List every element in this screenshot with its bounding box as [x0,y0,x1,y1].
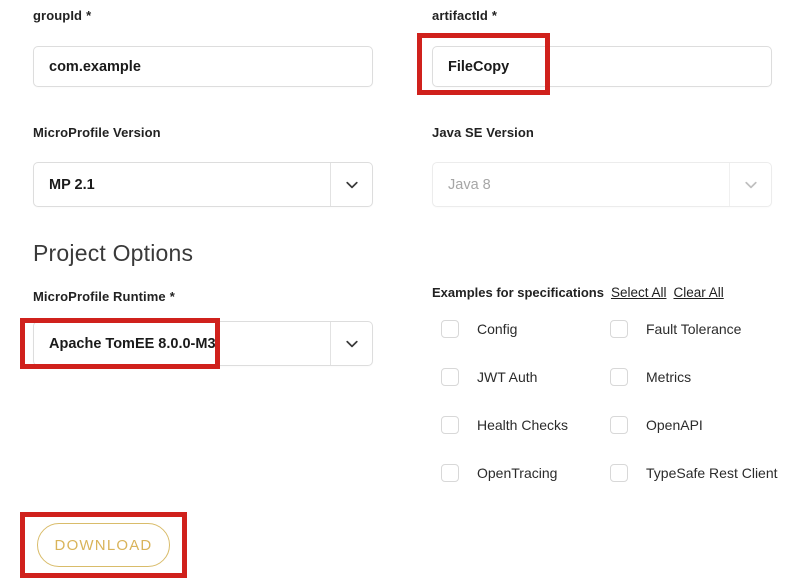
checkbox-box-icon[interactable] [441,416,459,434]
group-id-label: groupId * [33,8,91,23]
group-id-required-mark: * [86,8,92,23]
checkbox-box-icon[interactable] [441,368,459,386]
artifact-id-label: artifactId * [432,8,497,23]
java-se-version-label-text: Java SE Version [432,125,534,140]
chevron-down-icon[interactable] [330,163,372,206]
microprofile-runtime-select[interactable]: Apache TomEE 8.0.0-M3 [33,321,373,366]
java-se-version-select: Java 8 [432,162,772,207]
checkbox-jwt-auth[interactable]: JWT Auth [441,368,610,386]
checkbox-openapi[interactable]: OpenAPI [610,416,779,434]
examples-header: Examples for specifications Select All Cle… [432,285,724,300]
microprofile-runtime-label: MicroProfile Runtime * [33,289,175,304]
checkbox-box-icon[interactable] [441,464,459,482]
clear-all-link[interactable]: Clear All [673,285,723,300]
select-all-link[interactable]: Select All [611,285,667,300]
checkbox-box-icon[interactable] [610,464,628,482]
group-id-label-text: groupId [33,8,83,23]
microprofile-version-label-text: MicroProfile Version [33,125,161,140]
checkbox-fault-tolerance[interactable]: Fault Tolerance [610,320,779,338]
chevron-down-icon [729,163,771,206]
checkbox-metrics[interactable]: Metrics [610,368,779,386]
checkbox-opentracing[interactable]: OpenTracing [441,464,610,482]
artifact-id-value: FileCopy [448,58,510,75]
checkbox-label: JWT Auth [477,369,538,385]
checkbox-box-icon[interactable] [610,416,628,434]
java-se-version-value: Java 8 [448,176,491,193]
examples-title: Examples for specifications [432,285,604,300]
checkbox-box-icon[interactable] [441,320,459,338]
group-id-value: com.example [49,58,141,75]
microprofile-runtime-value: Apache TomEE 8.0.0-M3 [49,335,216,352]
checkbox-box-icon[interactable] [610,320,628,338]
microprofile-runtime-label-text: MicroProfile Runtime [33,289,166,304]
microprofile-version-value: MP 2.1 [49,176,95,193]
checkbox-typesafe-rest-client[interactable]: TypeSafe Rest Client [610,464,779,482]
examples-checkbox-grid: Config Fault Tolerance JWT Auth Metrics … [441,320,791,482]
microprofile-starter-form: groupId * com.example artifactId * FileCop… [0,0,800,587]
checkbox-label: Metrics [646,369,692,385]
checkbox-label: Config [477,321,518,337]
artifact-id-required-mark: * [491,8,498,23]
checkbox-label: OpenTracing [477,465,558,481]
checkbox-label: Fault Tolerance [646,321,742,337]
microprofile-version-select[interactable]: MP 2.1 [33,162,373,207]
group-id-input[interactable]: com.example [33,46,373,87]
checkbox-health-checks[interactable]: Health Checks [441,416,610,434]
checkbox-config[interactable]: Config [441,320,610,338]
checkbox-box-icon[interactable] [610,368,628,386]
java-se-version-label: Java SE Version [432,125,534,140]
artifact-id-input[interactable]: FileCopy [432,46,772,87]
microprofile-runtime-required-mark: * [169,289,175,304]
checkbox-label: Health Checks [477,417,569,433]
microprofile-version-label: MicroProfile Version [33,125,161,140]
download-button-label: DOWNLOAD [54,536,153,554]
download-button[interactable]: DOWNLOAD [37,523,170,567]
checkbox-label: OpenAPI [646,417,703,433]
project-options-heading: Project Options [33,240,194,266]
artifact-id-label-text: artifactId [432,8,488,23]
checkbox-label: TypeSafe Rest Client [646,465,778,481]
chevron-down-icon[interactable] [330,322,372,365]
